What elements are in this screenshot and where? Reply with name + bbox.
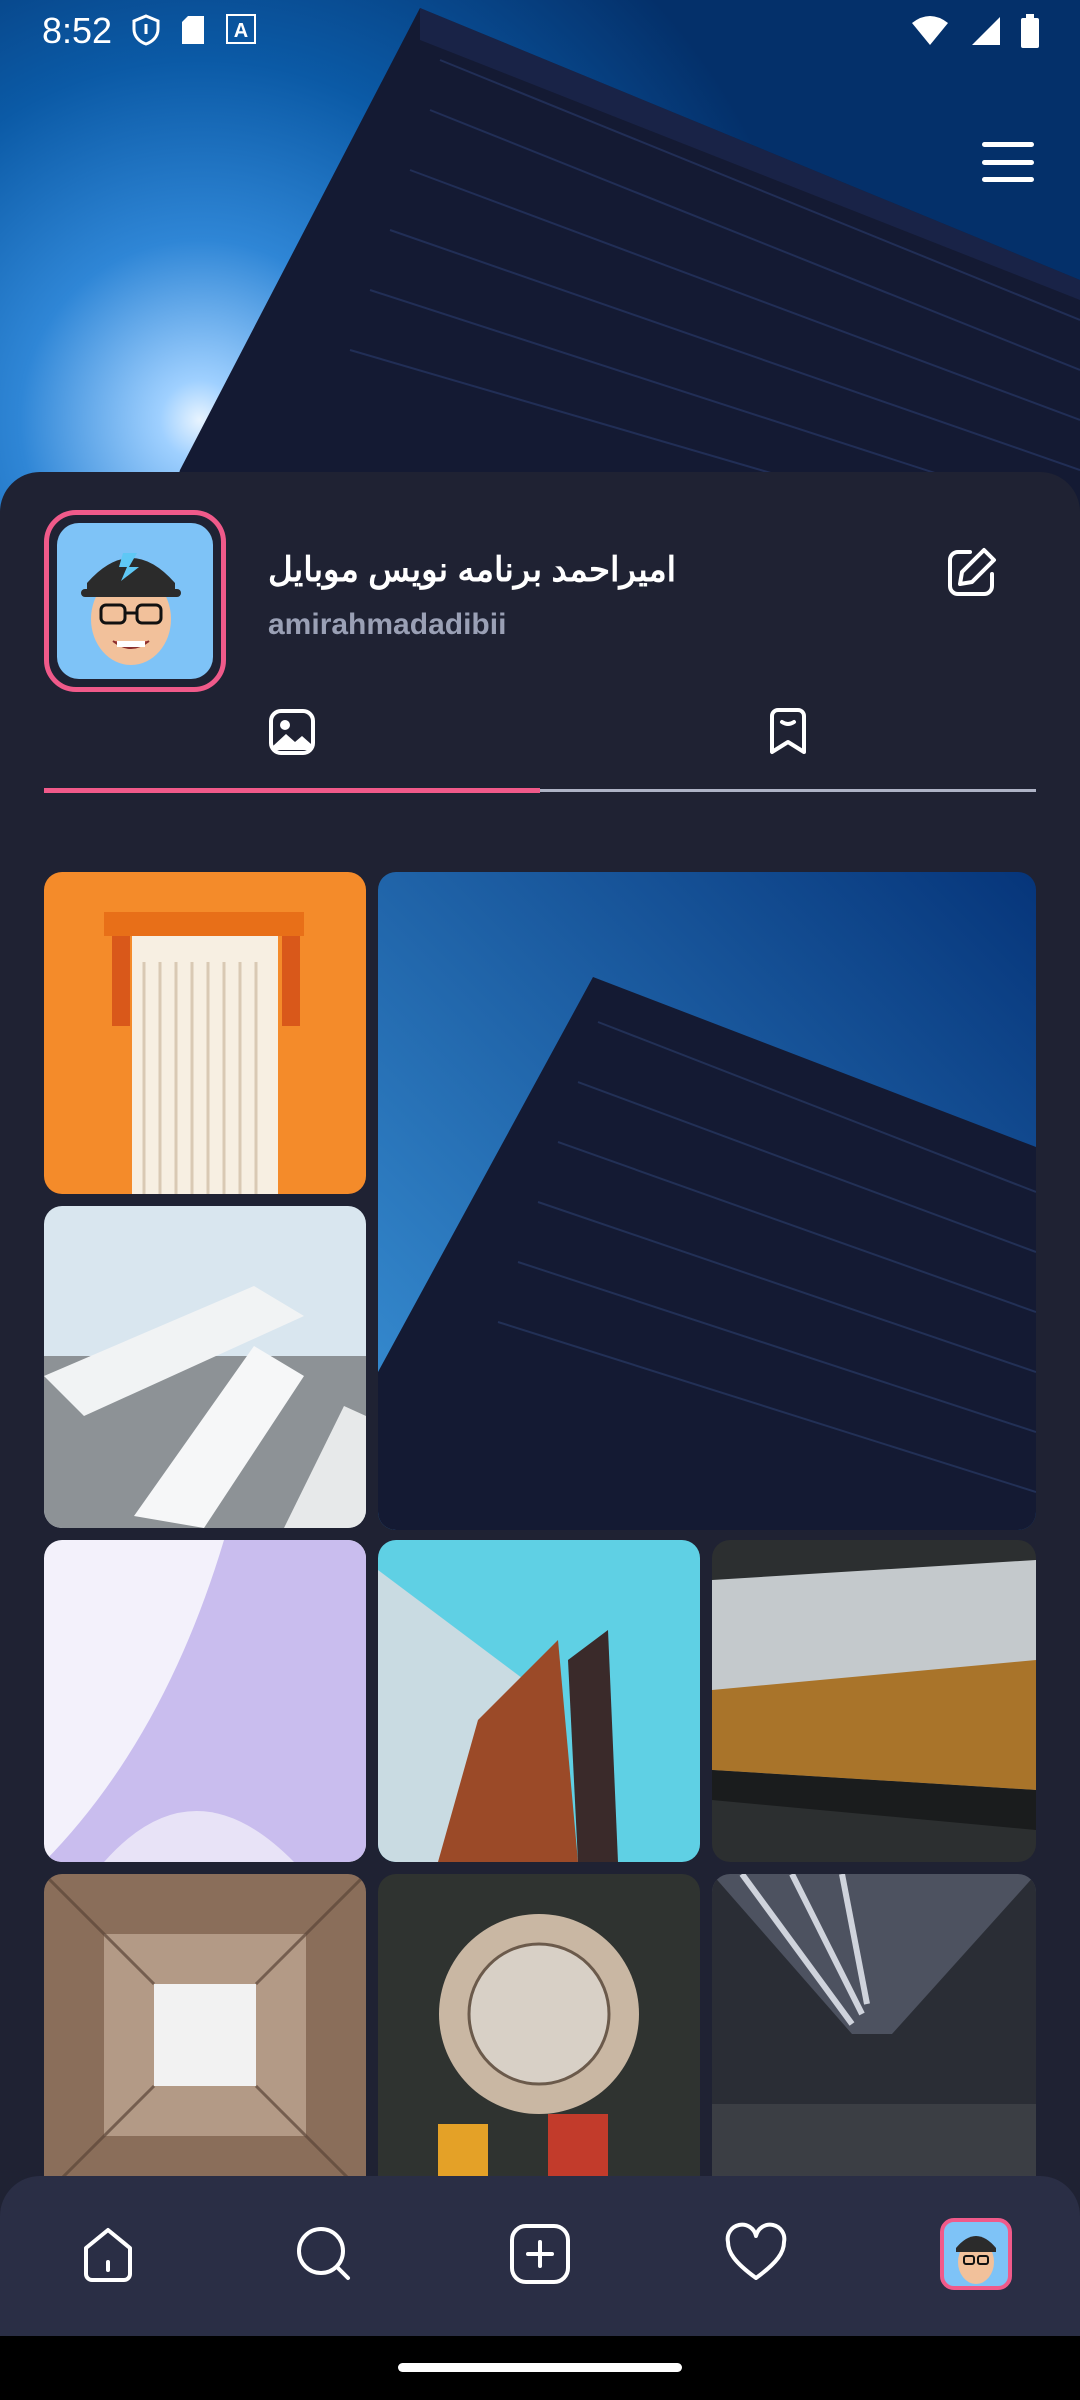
font-icon: A	[226, 14, 256, 51]
tab-indicator-inactive	[540, 789, 1036, 792]
signal-icon	[968, 15, 1002, 52]
lavender-curve-photo[interactable]	[44, 1540, 366, 1862]
profile-tabs	[44, 682, 1036, 793]
nav-add[interactable]	[498, 2214, 582, 2298]
nav-activity[interactable]	[714, 2214, 798, 2298]
status-bar: 8:52 A	[0, 0, 1080, 64]
wifi-icon	[910, 15, 950, 52]
image-icon	[268, 708, 316, 761]
profile-avatar[interactable]	[44, 510, 226, 692]
tab-saved[interactable]	[540, 682, 1036, 786]
profile-avatar-icon	[940, 2217, 1012, 2295]
status-time: 8:52	[42, 10, 113, 51]
profile-display-name: امیراحمد برنامه نویس موبایل	[268, 551, 677, 589]
nav-search[interactable]	[282, 2214, 366, 2298]
header-cover-image	[0, 0, 1080, 540]
sd-card-icon	[180, 14, 206, 51]
svg-text:A: A	[234, 20, 248, 42]
heart-icon	[724, 2222, 788, 2291]
teal-facade-photo[interactable]	[378, 1540, 700, 1862]
hamburger-menu-icon[interactable]	[976, 136, 1040, 188]
white-beams-photo[interactable]	[44, 1206, 366, 1528]
orange-door-photo[interactable]	[44, 872, 366, 1194]
shield-icon	[132, 14, 160, 51]
grid-ceiling-photo[interactable]	[44, 1874, 366, 2196]
nav-profile[interactable]	[934, 2214, 1018, 2298]
photo-grid	[44, 872, 1036, 2332]
add-icon	[508, 2222, 572, 2291]
forest-window-photo[interactable]	[712, 1540, 1036, 1862]
profile-panel: امیراحمد برنامه نویس موبایل amirahmadadi…	[0, 472, 1080, 2328]
battery-icon	[1020, 14, 1040, 53]
edit-icon[interactable]	[944, 544, 1000, 600]
nav-home[interactable]	[66, 2214, 150, 2298]
bottom-navigation	[0, 2176, 1080, 2336]
corridor-photo[interactable]	[712, 1874, 1036, 2196]
home-indicator[interactable]	[398, 2363, 682, 2372]
bookmark-icon	[764, 707, 812, 761]
profile-username: amirahmadadibii	[268, 608, 507, 641]
cover-building-shape	[160, 8, 1080, 540]
search-icon	[292, 2222, 356, 2291]
home-icon	[76, 2222, 140, 2291]
avatar-image	[57, 523, 213, 679]
tab-posts[interactable]	[44, 682, 540, 786]
tab-indicator-active	[44, 788, 540, 793]
round-atrium-photo[interactable]	[378, 1874, 700, 2196]
dark-building-photo[interactable]	[378, 872, 1036, 1530]
